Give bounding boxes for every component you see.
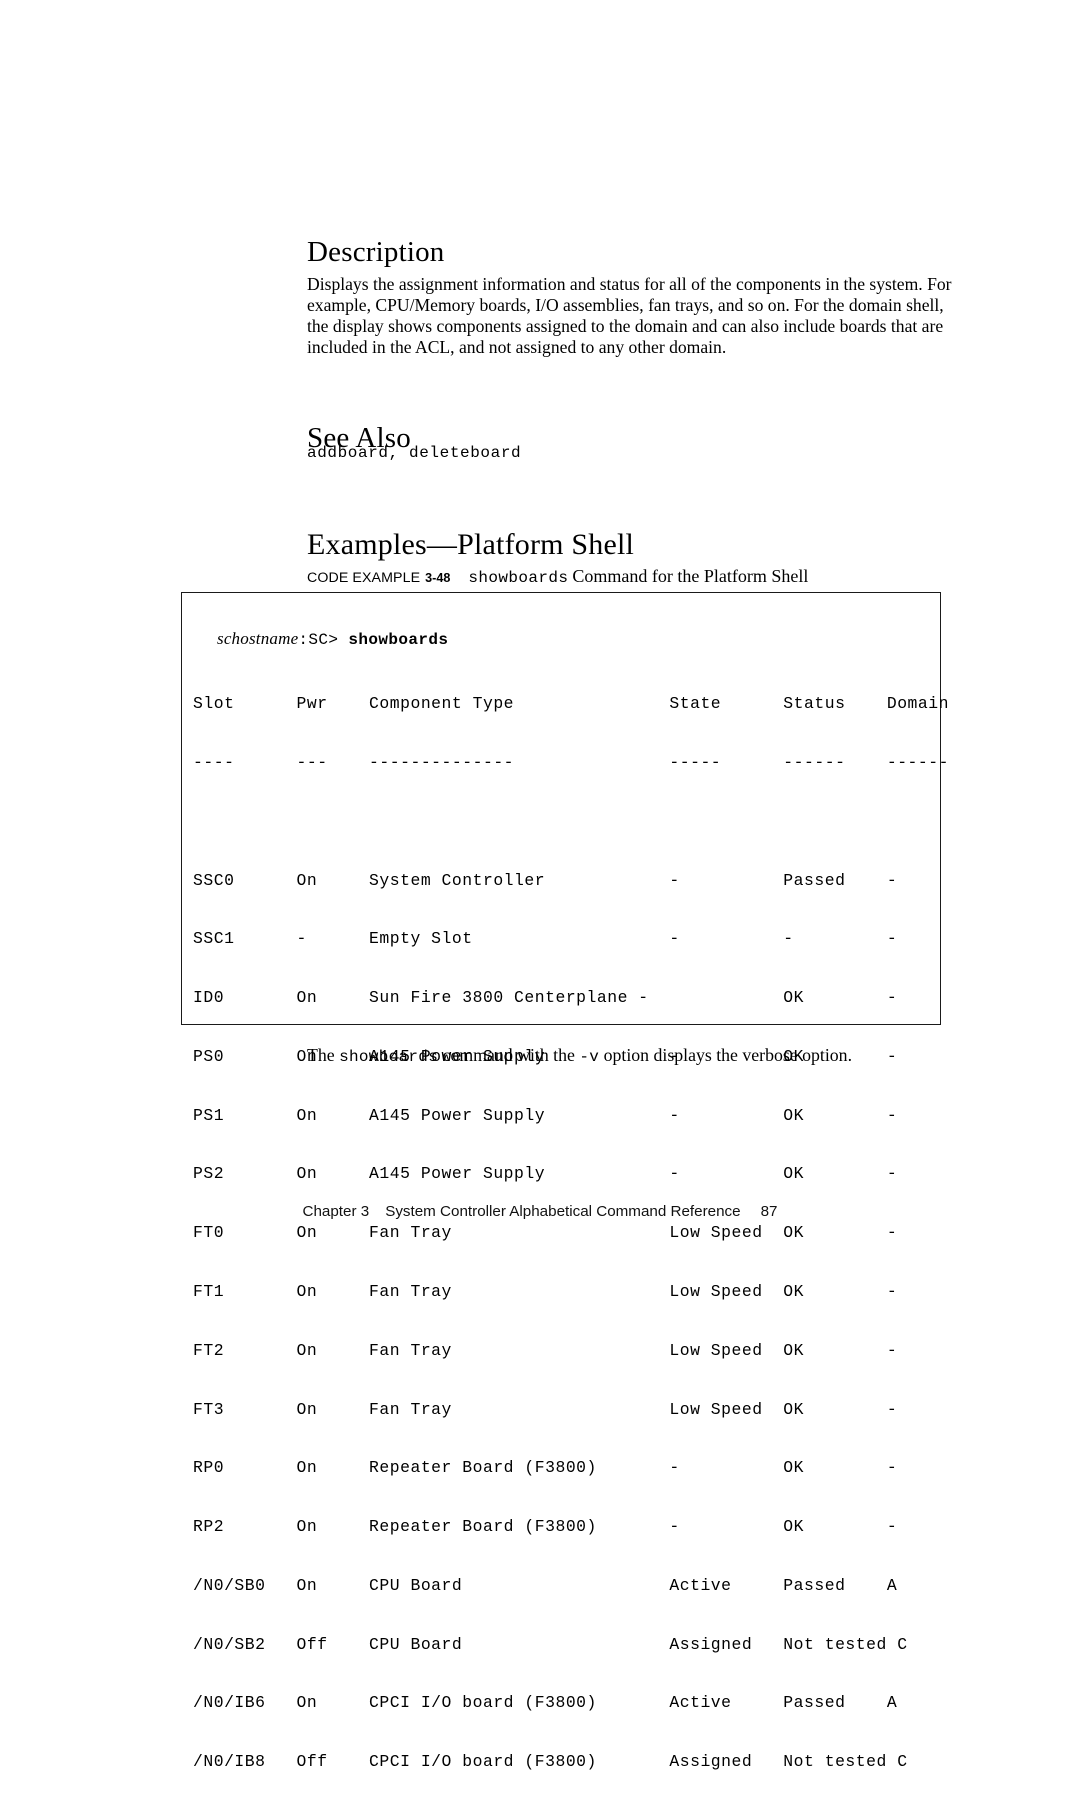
table-row: RP0 On Repeater Board (F3800) - OK - xyxy=(193,1458,898,1478)
prompt-command: showboards xyxy=(348,631,449,649)
trailing-middle: command with the xyxy=(438,1045,580,1065)
caption-command: showboards xyxy=(468,569,569,587)
trailing-after: option displays the verbose option. xyxy=(599,1045,853,1065)
footer-page-number: 87 xyxy=(760,1203,778,1220)
trailing-before: The xyxy=(307,1045,340,1065)
heading-examples-platform-shell: Examples—Platform Shell xyxy=(307,527,635,561)
table-blank-row xyxy=(193,812,949,832)
table-row: FT1 On Fan Tray Low Speed OK - xyxy=(193,1282,898,1301)
table-row: /N0/IB6 On CPCI I/O board (F3800) Active… xyxy=(193,1693,898,1713)
table-row: /N0/SB2 Off CPU Board Assigned Not teste… xyxy=(193,1634,908,1654)
prompt-sc-suffix: :SC> xyxy=(298,631,339,649)
footer-chapter: Chapter 3 xyxy=(302,1203,370,1220)
showboards-output-table: Slot Pwr Component Type State Status Dom… xyxy=(193,655,949,1811)
code-example-box: schostname:SC> showboards Slot Pwr Compo… xyxy=(181,592,948,1771)
table-rule-row: ---- --- -------------- ----- ------ ---… xyxy=(193,752,949,772)
caption-rest: Command for the Platform Shell xyxy=(572,566,809,586)
table-row: /N0/IB8 Off CPCI I/O board (F3800) Assig… xyxy=(193,1752,908,1772)
page-footer: Chapter 3 System Controller Alphabetical … xyxy=(0,1203,1080,1220)
caption-number: 3-48 xyxy=(425,571,451,585)
table-row: FT2 On Fan Tray Low Speed OK - xyxy=(193,1340,898,1360)
prompt-hostname: schostname xyxy=(217,629,299,648)
table-header-row: Slot Pwr Component Type State Status Dom… xyxy=(193,694,949,714)
table-row: ID0 On Sun Fire 3800 Centerplane - OK - xyxy=(193,988,898,1008)
trailing-sentence: The showboards command with the -v optio… xyxy=(307,1045,852,1066)
table-row: SSC0 On System Controller - Passed - xyxy=(193,870,898,890)
heading-description: Description xyxy=(307,236,445,269)
table-row: /N0/SB0 On CPU Board Active Passed A xyxy=(193,1575,898,1595)
table-row: FT0 On Fan Tray Low Speed OK - xyxy=(193,1223,898,1243)
footer-title: System Controller Alphabetical Command R… xyxy=(385,1203,741,1220)
table-row: FT3 On Fan Tray Low Speed OK - xyxy=(193,1399,898,1419)
see-also-commands: addboard, deleteboard xyxy=(307,444,522,462)
document-page: Description Displays the assignment info… xyxy=(0,0,1080,1771)
code-example-caption: CODE EXAMPLE 3-48 showboards Command for th… xyxy=(307,566,808,587)
table-row: RP2 On Repeater Board (F3800) - OK - xyxy=(193,1517,898,1537)
caption-label: CODE EXAMPLE xyxy=(307,570,421,586)
table-row: SSC1 - Empty Slot - - - xyxy=(193,929,898,949)
description-paragraph: Displays the assignment information and … xyxy=(307,273,952,358)
table-row: PS2 On A145 Power Supply - OK - xyxy=(193,1164,898,1184)
trailing-command: showboards xyxy=(339,1048,439,1066)
trailing-option: -v xyxy=(579,1048,600,1066)
table-row: PS1 On A145 Power Supply - OK - xyxy=(193,1105,898,1125)
